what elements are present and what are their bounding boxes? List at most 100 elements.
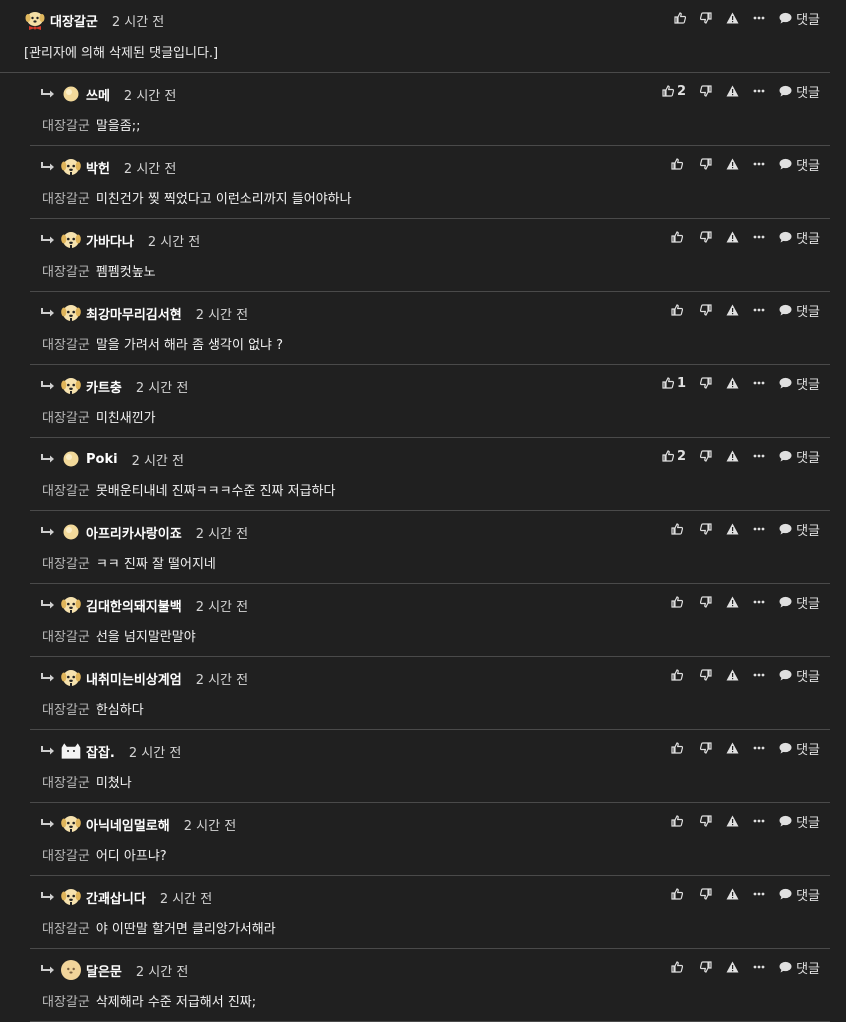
mention-name[interactable]: 대장갈군 [42, 119, 90, 134]
like-button[interactable] [671, 158, 686, 170]
dislike-button[interactable] [700, 888, 712, 900]
reply-button[interactable]: 댓글 [779, 301, 820, 320]
mention-name[interactable]: 대장갈군 [42, 995, 90, 1010]
report-button[interactable] [726, 961, 739, 973]
puppy-avatar-icon[interactable] [60, 229, 82, 251]
like-button[interactable] [671, 231, 686, 243]
like-button[interactable] [671, 669, 686, 681]
dislike-button[interactable] [700, 158, 712, 170]
puppy-avatar-icon[interactable] [60, 813, 82, 835]
puppy-avatar-icon[interactable] [60, 594, 82, 616]
reply-button[interactable]: 댓글 [779, 374, 820, 393]
more-button[interactable] [753, 89, 765, 93]
author-nickname[interactable]: 달은문 [86, 961, 122, 980]
author-nickname[interactable]: 가바다나 [86, 231, 134, 250]
like-button[interactable] [671, 304, 686, 316]
dislike-button[interactable] [700, 961, 712, 973]
reply-button[interactable]: 댓글 [779, 812, 820, 831]
dislike-button[interactable] [700, 304, 712, 316]
author-nickname[interactable]: 아프리카사랑이죠 [86, 523, 182, 542]
report-button[interactable] [726, 231, 739, 243]
white-creature-avatar-icon[interactable] [60, 740, 82, 762]
author-nickname[interactable]: 간괘삽니다 [86, 888, 146, 907]
dislike-button[interactable] [700, 815, 712, 827]
mention-name[interactable]: 대장갈군 [42, 849, 90, 864]
dislike-button[interactable] [700, 231, 712, 243]
author-nickname[interactable]: 카트충 [86, 377, 122, 396]
dislike-button[interactable] [700, 450, 712, 462]
author-nickname[interactable]: 최강마무리김서현 [86, 304, 182, 323]
mention-name[interactable]: 대장갈군 [42, 265, 90, 280]
more-button[interactable] [753, 746, 765, 750]
more-button[interactable] [753, 819, 765, 823]
author-nickname[interactable]: Poki [86, 452, 118, 467]
report-button[interactable] [726, 596, 739, 608]
author-nickname[interactable]: 쓰메 [86, 85, 110, 104]
mention-name[interactable]: 대장갈군 [42, 484, 90, 499]
reply-button[interactable]: 댓글 [779, 958, 820, 977]
reply-button[interactable]: 댓글 [779, 885, 820, 904]
report-button[interactable] [726, 669, 739, 681]
reply-button[interactable]: 댓글 [779, 739, 820, 758]
more-button[interactable] [753, 381, 765, 385]
mention-name[interactable]: 대장갈군 [42, 922, 90, 937]
report-button[interactable] [726, 815, 739, 827]
puppy-bowtie-icon[interactable] [24, 9, 46, 31]
dislike-button[interactable] [700, 377, 712, 389]
puppy-avatar-icon[interactable] [60, 375, 82, 397]
like-button[interactable] [671, 815, 686, 827]
mention-name[interactable]: 대장갈군 [42, 630, 90, 645]
reply-button[interactable]: 댓글 [779, 9, 820, 28]
report-button[interactable] [726, 523, 739, 535]
report-button[interactable] [726, 450, 739, 462]
dislike-button[interactable] [700, 12, 712, 24]
more-button[interactable] [753, 16, 765, 20]
puppy-blur-avatar-icon[interactable] [60, 959, 82, 981]
report-button[interactable] [726, 377, 739, 389]
reply-button[interactable]: 댓글 [779, 666, 820, 685]
beige-circle-avatar-icon[interactable] [60, 83, 82, 105]
more-button[interactable] [753, 673, 765, 677]
mention-name[interactable]: 대장갈군 [42, 338, 90, 353]
puppy-avatar-icon[interactable] [60, 302, 82, 324]
beige-circle-avatar-icon[interactable] [60, 521, 82, 543]
reply-button[interactable]: 댓글 [779, 520, 820, 539]
like-button[interactable] [671, 961, 686, 973]
mention-name[interactable]: 대장갈군 [42, 411, 90, 426]
beige-circle-avatar-icon[interactable] [60, 448, 82, 470]
dislike-button[interactable] [700, 669, 712, 681]
reply-button[interactable]: 댓글 [779, 155, 820, 174]
like-button[interactable] [674, 12, 687, 24]
dislike-button[interactable] [700, 523, 712, 535]
author-nickname[interactable]: 아닉네임멀로해 [86, 815, 170, 834]
author-nickname[interactable]: 박헌 [86, 158, 110, 177]
more-button[interactable] [753, 454, 765, 458]
mention-name[interactable]: 대장갈군 [42, 776, 90, 791]
puppy-avatar-icon[interactable] [60, 886, 82, 908]
report-button[interactable] [726, 888, 739, 900]
like-button[interactable] [671, 596, 686, 608]
mention-name[interactable]: 대장갈군 [42, 192, 90, 207]
report-button[interactable] [726, 304, 739, 316]
like-button[interactable] [671, 742, 686, 754]
dislike-button[interactable] [700, 596, 712, 608]
puppy-avatar-icon[interactable] [60, 156, 82, 178]
puppy-avatar-icon[interactable] [60, 667, 82, 689]
more-button[interactable] [753, 965, 765, 969]
more-button[interactable] [753, 162, 765, 166]
author-nickname[interactable]: 김대한의돼지불백 [86, 596, 182, 615]
reply-button[interactable]: 댓글 [779, 228, 820, 247]
mention-name[interactable]: 대장갈군 [42, 557, 90, 572]
like-button[interactable]: 2 [662, 449, 686, 464]
author-nickname[interactable]: 잡잡. [86, 742, 115, 761]
author-nickname[interactable]: 내취미는비상계엄 [86, 669, 182, 688]
like-button[interactable] [671, 523, 686, 535]
report-button[interactable] [726, 85, 739, 97]
report-button[interactable] [726, 12, 739, 24]
report-button[interactable] [726, 158, 739, 170]
like-button[interactable] [671, 888, 686, 900]
more-button[interactable] [753, 892, 765, 896]
dislike-button[interactable] [700, 742, 712, 754]
reply-button[interactable]: 댓글 [779, 593, 820, 612]
reply-button[interactable]: 댓글 [779, 82, 820, 101]
